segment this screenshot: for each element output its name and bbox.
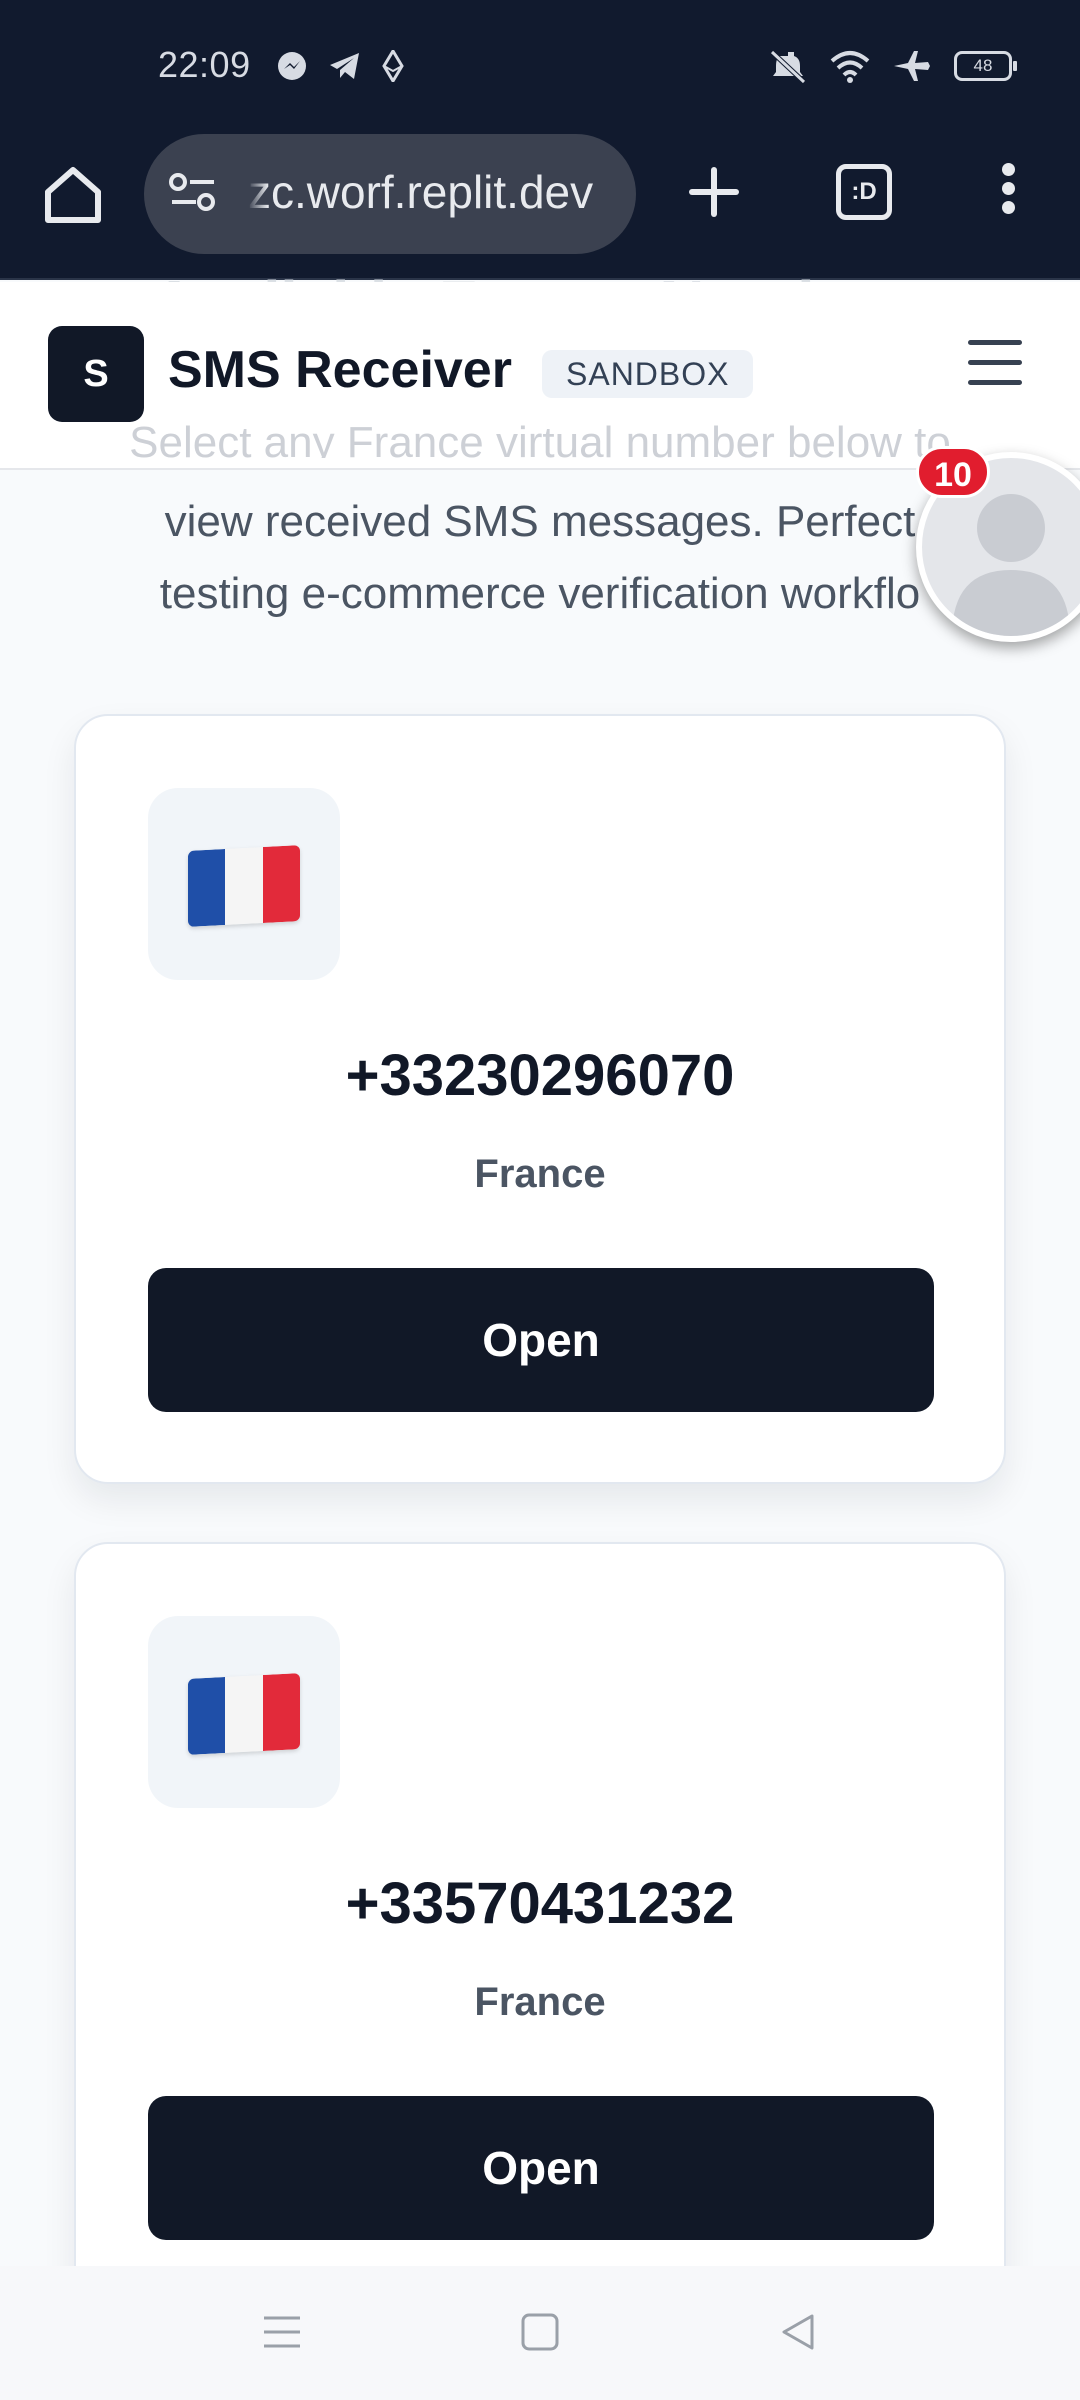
recent-apps-icon[interactable] (262, 2310, 302, 2354)
intro-line-obscured: Select any France virtual number below t… (129, 418, 951, 458)
home-nav-icon[interactable] (520, 2310, 560, 2354)
open-button[interactable]: Open (148, 1268, 934, 1412)
country-label: France (474, 1152, 606, 1196)
phone-number: +33230296070 (345, 1043, 735, 1108)
flag-container (148, 1616, 340, 1808)
more-menu-icon[interactable] (988, 158, 1028, 226)
address-bar[interactable]: zc.worf.replit.dev (144, 134, 636, 254)
phone-number: +33570431232 (345, 1871, 735, 1936)
mute-icon (770, 50, 806, 84)
system-nav-bar (0, 2266, 1080, 2400)
site-settings-icon[interactable] (168, 170, 218, 214)
sandbox-badge: SANDBOX (542, 350, 754, 398)
country-label: France (474, 1980, 606, 2024)
airplane-icon (894, 51, 930, 81)
france-flag-icon (188, 845, 300, 927)
system-icons: 48 (768, 48, 1017, 84)
battery-indicator: 48 (954, 51, 1017, 81)
plus-icon[interactable] (686, 164, 742, 220)
status-bar: 22:09 48 (0, 0, 1080, 128)
open-button[interactable]: Open (148, 2096, 934, 2240)
browser-toolbar: zc.worf.replit.dev :D (0, 128, 1080, 280)
messenger-icon (278, 52, 306, 80)
site-logo[interactable]: S (48, 326, 144, 422)
crypto-icon (382, 50, 404, 82)
home-icon[interactable] (40, 162, 106, 228)
hamburger-menu-icon[interactable] (968, 340, 1022, 388)
url-text[interactable]: zc.worf.replit.dev (248, 162, 618, 222)
france-flag-icon (188, 1673, 300, 1755)
notification-count-badge: 10 (916, 446, 990, 498)
intro-line: view received SMS messages. Perfect (164, 497, 916, 546)
intro-line: testing e-commerce verification workflo (159, 569, 921, 618)
status-time: 22:09 (158, 44, 251, 85)
telegram-icon (330, 53, 359, 79)
site-title[interactable]: SMS Receiver (168, 340, 512, 400)
flag-container (148, 788, 340, 980)
intro-text: view received SMS messages. Perfect test… (60, 486, 1020, 630)
back-icon[interactable] (778, 2310, 818, 2354)
tab-switcher-button[interactable]: :D (836, 164, 892, 220)
notification-icons (276, 50, 404, 82)
number-card: +33230296070 France Open (74, 714, 1006, 1484)
wifi-icon (830, 51, 870, 83)
